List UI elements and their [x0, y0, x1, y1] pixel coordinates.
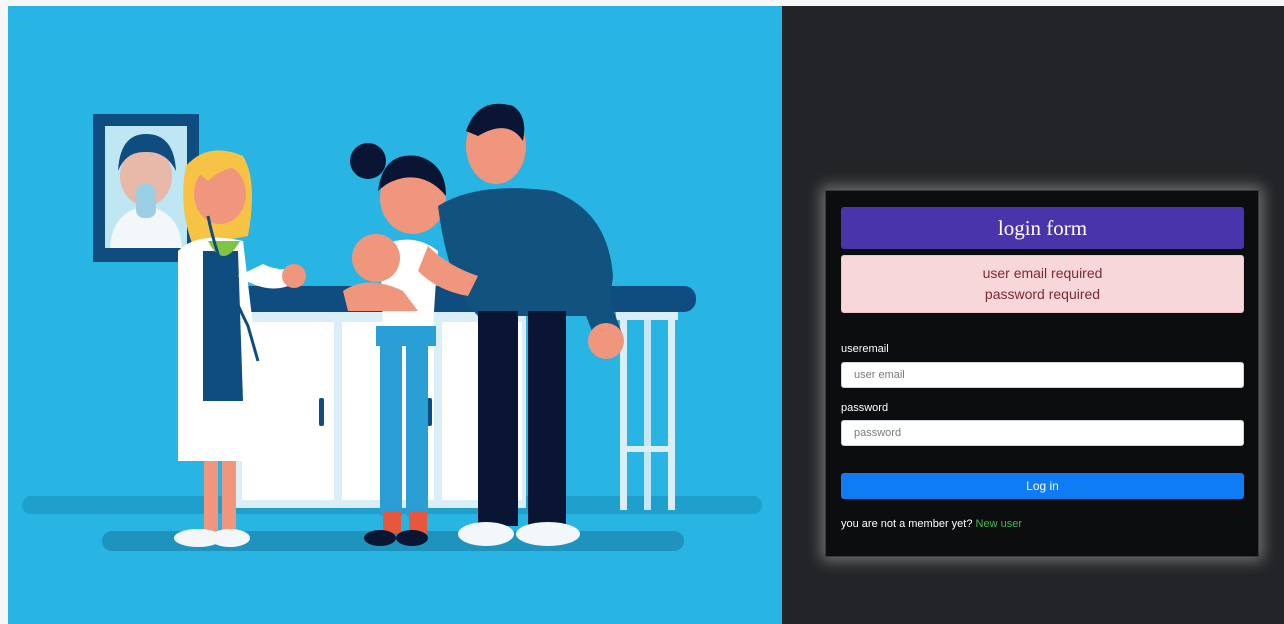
- error-email-required: user email required: [982, 265, 1103, 281]
- login-button[interactable]: Log in: [841, 473, 1244, 499]
- signup-line: you are not a member yet? New user: [841, 518, 1022, 530]
- email-input[interactable]: [841, 362, 1244, 388]
- new-user-link[interactable]: New user: [976, 518, 1022, 530]
- hero-illustration: [8, 6, 782, 624]
- email-label: useremail: [841, 343, 889, 355]
- password-input[interactable]: [841, 420, 1244, 446]
- wall-picture: [93, 114, 199, 262]
- exam-table: [236, 286, 696, 510]
- error-password-required: password required: [984, 286, 1101, 302]
- signup-prompt: you are not a member yet?: [841, 518, 973, 530]
- password-label: password: [841, 402, 889, 414]
- login-card: login form user email required password …: [825, 190, 1259, 557]
- login-form-title: login form: [841, 207, 1244, 249]
- family-doctor-illustration: [22, 103, 762, 551]
- error-alert: user email required password required: [841, 255, 1244, 313]
